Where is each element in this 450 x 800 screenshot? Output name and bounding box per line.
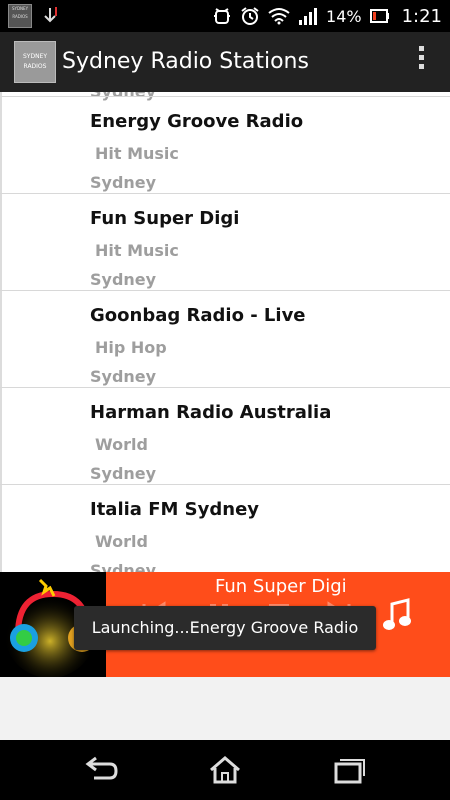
app-logo-text: SYDNEY RADIOS: [22, 53, 48, 70]
clock: 1:21: [401, 5, 442, 27]
notification-app-icon-label: SYDNEY RADIOS: [11, 6, 29, 19]
status-bar: SYDNEY RADIOS 14% 1:21: [0, 0, 450, 32]
recent-apps-icon[interactable]: [328, 754, 368, 786]
list-item[interactable]: Italia FM Sydney World Sydney: [0, 484, 450, 572]
station-name: Fun Super Digi: [90, 208, 240, 229]
signal-strength-icon: [299, 8, 318, 25]
station-name: Goonbag Radio - Live: [90, 305, 306, 326]
action-bar: SYDNEY RADIOS Sydney Radio Stations: [0, 32, 450, 92]
download-notification-icon: [44, 7, 57, 23]
station-genre: Hit Music: [95, 144, 179, 163]
station-genre: World: [95, 435, 148, 454]
station-city: Sydney: [90, 173, 157, 192]
overflow-menu-icon[interactable]: [416, 46, 426, 78]
list-item[interactable]: Fun Super Digi Hit Music Sydney: [0, 193, 450, 290]
battery-percent: 14%: [326, 6, 362, 26]
station-name: Italia FM Sydney: [90, 499, 260, 520]
station-genre: World: [95, 532, 148, 551]
station-name: Energy Groove Radio: [90, 111, 304, 132]
station-rows: Energy Groove Radio Hit Music Sydney Fun…: [0, 96, 450, 572]
page-title: Sydney Radio Stations: [62, 49, 309, 74]
list-item[interactable]: Harman Radio Australia World Sydney: [0, 387, 450, 484]
list-item[interactable]: Goonbag Radio - Live Hip Hop Sydney: [0, 290, 450, 387]
notification-app-icon: SYDNEY RADIOS: [8, 4, 32, 28]
home-icon[interactable]: [205, 754, 245, 786]
empty-footer-area: [0, 677, 450, 740]
navigation-bar: [0, 740, 450, 800]
alarm-clock-icon: [241, 7, 259, 25]
wifi-icon: [268, 8, 290, 25]
station-genre: Hit Music: [95, 241, 179, 260]
back-icon[interactable]: [82, 754, 122, 786]
station-genre: Hip Hop: [95, 338, 167, 357]
toast-message: Launching...Energy Groove Radio: [74, 606, 376, 650]
list-item[interactable]: Energy Groove Radio Hit Music Sydney: [0, 96, 450, 193]
station-city: Sydney: [90, 367, 157, 386]
battery-icon: [369, 9, 389, 23]
now-playing-title: Fun Super Digi: [215, 576, 347, 597]
app-logo[interactable]: SYDNEY RADIOS: [14, 41, 56, 83]
station-list[interactable]: Sydney Energy Groove Radio Hit Music Syd…: [0, 92, 450, 572]
station-city: Sydney: [90, 561, 157, 572]
station-city: Sydney: [90, 464, 157, 483]
station-name: Harman Radio Australia: [90, 402, 332, 423]
bug-icon: [214, 8, 231, 24]
station-city: Sydney: [90, 270, 157, 289]
music-note-icon[interactable]: [382, 598, 412, 632]
